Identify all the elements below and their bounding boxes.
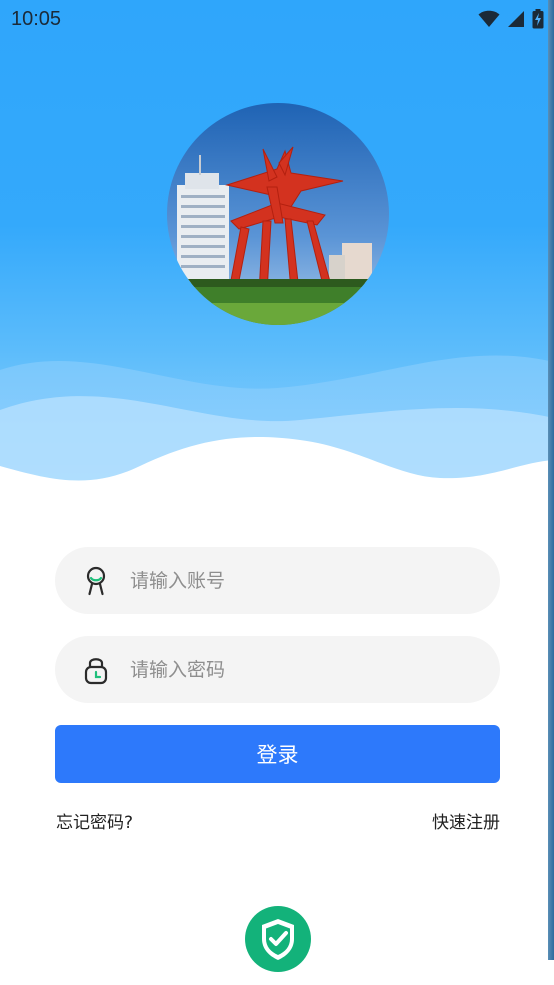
status-bar: 10:05 (0, 0, 554, 38)
screen-edge (548, 0, 554, 960)
avatar (167, 103, 389, 325)
status-icons (478, 9, 544, 29)
status-time: 10:05 (11, 7, 62, 30)
wifi-icon (478, 10, 500, 28)
cell-signal-icon (508, 11, 524, 27)
shield-check-icon (245, 906, 311, 972)
password-input[interactable] (130, 649, 460, 690)
city-sculpture-photo (167, 103, 389, 325)
account-field[interactable] (55, 547, 500, 614)
lock-icon (83, 655, 109, 685)
password-field[interactable] (55, 636, 500, 703)
user-icon (83, 566, 109, 596)
wave-decoration (0, 355, 554, 500)
login-button[interactable]: 登录 (55, 725, 500, 783)
account-input[interactable] (130, 560, 460, 601)
register-link[interactable]: 快速注册 (432, 808, 500, 833)
battery-charging-icon (532, 9, 544, 29)
security-badge (245, 906, 311, 972)
forgot-password-link[interactable]: 忘记密码? (56, 808, 133, 833)
